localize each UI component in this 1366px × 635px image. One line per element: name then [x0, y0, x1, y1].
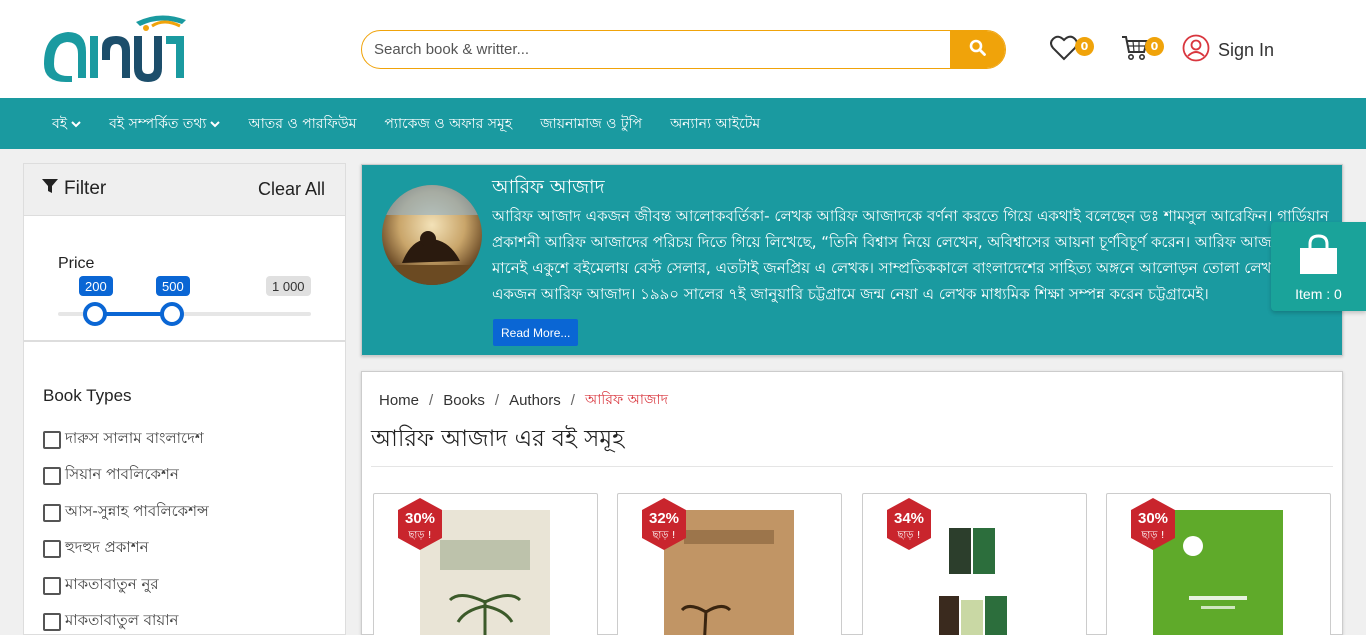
nav-item-perfume[interactable]: আতর ও পারফিউম: [248, 112, 356, 136]
discount-badge: 30% ছাড় !: [1129, 498, 1177, 552]
book-type-label: সিয়ান পাবলিকেশন: [65, 465, 179, 483]
book-type-label: আস-সুন্নাহ পাবলিকেশন্স: [65, 502, 209, 520]
nav-item-label: বই সম্পর্কিত তথ্য: [109, 115, 207, 132]
book-type-option[interactable]: আস-সুন্নাহ পাবলিকেশন্স: [43, 500, 209, 525]
author-bio: আরিফ আজাদ একজন জীবন্ত আলোকবর্তিকা- লেখক …: [492, 207, 1330, 303]
nav-item-packages[interactable]: প্যাকেজ ও অফার সমূহ: [384, 112, 512, 136]
book-type-option[interactable]: সিয়ান পাবলিকেশন: [43, 463, 179, 488]
nav-item-label: জায়নামাজ ও টুপি: [540, 115, 643, 132]
clear-all-button[interactable]: Clear All: [258, 179, 325, 200]
price-slider-track[interactable]: [58, 302, 311, 326]
shopping-bag-icon: [1297, 234, 1340, 280]
floating-cart[interactable]: Item : 0: [1271, 222, 1366, 311]
author-avatar: [382, 185, 482, 285]
discount-percent: 30%: [1137, 510, 1169, 527]
nav-item-other[interactable]: অন্যান্য আইটেম: [670, 112, 760, 136]
nav-item-label: অন্যান্য আইটেম: [670, 115, 761, 132]
breadcrumb-home[interactable]: Home: [379, 392, 419, 409]
divider: [371, 466, 1333, 467]
price-label: Price: [58, 255, 95, 272]
breadcrumb-separator: /: [494, 391, 500, 409]
discount-badge: 34% ছাড় !: [885, 498, 933, 552]
sign-in-label: Sign In: [1218, 39, 1275, 60]
filter-sidebar: Filter Clear All Price 200 500 1 000 Boo…: [23, 163, 346, 635]
book-type-label: হুদহুদ প্রকাশন: [65, 538, 149, 556]
book-card[interactable]: 34% ছাড় !: [862, 493, 1087, 635]
price-filter: Price 200 500 1 000: [24, 217, 345, 342]
search-bar: [361, 30, 1006, 69]
read-more-button[interactable]: Read More...: [493, 319, 579, 346]
checkbox[interactable]: [43, 503, 61, 522]
wishlist-count-badge: 0: [1075, 37, 1094, 56]
book-types-title: Book Types: [43, 386, 132, 405]
page-title: আরিফ আজাদ এর বই সমূহ: [371, 426, 625, 452]
checkbox[interactable]: [43, 466, 61, 485]
breadcrumb-authors[interactable]: Authors: [509, 392, 561, 409]
breadcrumb-separator: /: [570, 391, 575, 409]
search-input[interactable]: [362, 31, 952, 68]
nav-item-label: বই: [52, 115, 68, 132]
cart-count-badge: 0: [1145, 37, 1164, 56]
filter-title: Filter: [42, 178, 106, 200]
book-type-label: মাকতাবাতুন নুর: [65, 575, 159, 593]
breadcrumb-current: আরিফ আজাদ: [584, 392, 668, 408]
discount-badge: 30% ছাড় !: [396, 498, 444, 552]
author-name: আরিফ আজাদ: [492, 176, 605, 198]
book-type-option[interactable]: মাকতাবাতুল বায়ান: [43, 609, 179, 634]
discount-off-label: ছাড় !: [897, 530, 921, 541]
nav-item-prayer-mat[interactable]: জায়নামাজ ও টুপি: [540, 112, 642, 136]
checkbox[interactable]: [43, 539, 61, 558]
wishlist-button[interactable]: 0: [1050, 33, 1096, 67]
search-icon: [969, 39, 986, 60]
nav-item-label: আতর ও পারফিউম: [248, 115, 357, 132]
checkbox[interactable]: [43, 430, 61, 449]
checkbox[interactable]: [43, 576, 61, 595]
book-listing: Home / Books / Authors / আরিফ আজাদ আরিফ …: [361, 371, 1343, 635]
author-card: আরিফ আজাদ আরিফ আজাদ একজন জীবন্ত আলোকবর্ত…: [361, 164, 1343, 356]
chevron-down-icon: [71, 116, 81, 132]
book-type-label: দারুস সালাম বাংলাদেশ: [65, 429, 204, 447]
floating-cart-label: Item : 0: [1295, 286, 1342, 302]
sign-in-button[interactable]: Sign In: [1182, 34, 1275, 66]
discount-percent: 30%: [404, 510, 436, 527]
book-type-option[interactable]: দারুস সালাম বাংলাদেশ: [43, 427, 204, 452]
breadcrumb-separator: /: [429, 391, 434, 409]
nav-item-books[interactable]: বই: [52, 112, 81, 136]
funnel-icon: [42, 178, 58, 200]
heart-icon: [1050, 35, 1078, 65]
book-type-label: মাকতাবাতুল বায়ান: [65, 611, 179, 629]
book-card[interactable]: 30% ছাড় !: [373, 493, 598, 635]
user-icon: [1182, 34, 1210, 66]
search-button[interactable]: [950, 31, 1005, 68]
checkbox[interactable]: [43, 612, 61, 631]
site-logo[interactable]: [40, 8, 188, 84]
chevron-down-icon: [210, 116, 221, 132]
price-limit-value: 1 000: [266, 276, 311, 296]
cart-button[interactable]: 0: [1120, 33, 1166, 67]
breadcrumb: Home / Books / Authors / আরিফ আজাদ: [379, 388, 668, 412]
main-nav: বই বই সম্পর্কিত তথ্য আতর ও পারফিউম প্যাক…: [0, 98, 1366, 149]
filter-title-label: Filter: [64, 178, 107, 199]
price-max-value: 500: [156, 276, 190, 296]
discount-off-label: ছাড় !: [408, 530, 432, 541]
nav-item-book-info[interactable]: বই সম্পর্কিত তথ্য: [109, 112, 221, 136]
price-min-handle[interactable]: [83, 302, 107, 326]
price-min-value: 200: [79, 276, 113, 296]
discount-off-label: ছাড় !: [652, 530, 676, 541]
breadcrumb-books[interactable]: Books: [443, 392, 485, 409]
discount-percent: 32%: [648, 510, 680, 527]
book-card[interactable]: 30% ছাড় !: [1106, 493, 1331, 635]
price-max-handle[interactable]: [160, 302, 184, 326]
book-card[interactable]: 32% ছাড় !: [617, 493, 842, 635]
nav-item-label: প্যাকেজ ও অফার সমূহ: [384, 115, 513, 132]
book-type-option[interactable]: হুদহুদ প্রকাশন: [43, 536, 149, 561]
discount-percent: 34%: [893, 510, 925, 527]
discount-off-label: ছাড় !: [1141, 530, 1165, 541]
filter-header: Filter Clear All: [24, 164, 345, 216]
discount-badge: 32% ছাড় !: [640, 498, 688, 552]
site-header: 0 0 Sign In: [0, 0, 1366, 98]
book-type-option[interactable]: মাকতাবাতুন নুর: [43, 573, 159, 598]
